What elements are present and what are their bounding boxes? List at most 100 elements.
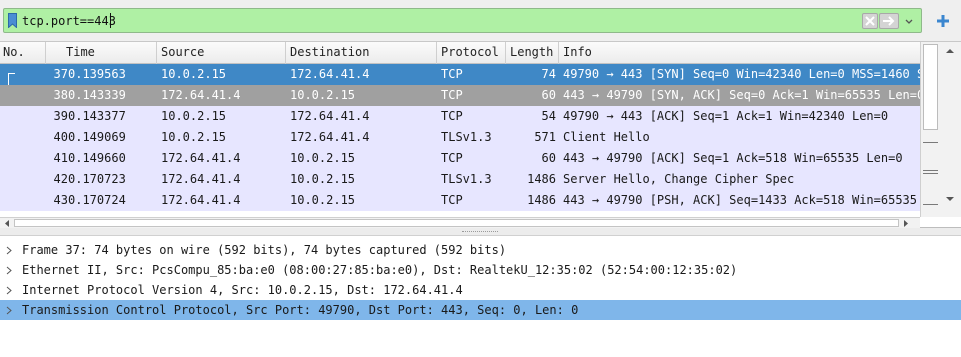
cell-time: 0.143339 [68,88,126,102]
chevron-down-icon[interactable] [901,12,917,30]
cell-destination: 10.0.2.15 [290,88,356,102]
cell-length: 74 [541,67,556,81]
packet-row[interactable]: 37 0.139563 10.0.2.15 172.64.41.4 TCP 74… [0,64,920,85]
display-filter-input[interactable] [22,11,852,30]
cell-info: 443 → 49790 [ACK] Seq=1 Ack=518 Win=6553… [563,151,903,165]
packet-row[interactable]: 39 0.143377 10.0.2.15 172.64.41.4 TCP 54… [0,106,920,127]
minimap-marker [923,142,938,143]
cell-source: 172.64.41.4 [161,88,241,102]
packet-row[interactable]: 42 0.170723 172.64.41.4 10.0.2.15 TLSv1.… [0,169,920,190]
detail-tcp-text: Transmission Control Protocol, Src Port:… [22,303,579,317]
cell-source: 172.64.41.4 [161,172,241,186]
cell-no: 41 [53,151,68,165]
column-separator[interactable] [156,42,157,64]
cell-no: 39 [53,109,68,123]
bookmark-icon[interactable] [8,13,17,28]
detail-tree-item[interactable]: Frame 37: 74 bytes on wire (592 bits), 7… [0,240,961,260]
cell-length: 54 [541,109,556,123]
plus-icon[interactable] [934,12,952,30]
packet-rows: 37 0.139563 10.0.2.15 172.64.41.4 TCP 74… [0,64,920,217]
scroll-right-arrow-icon[interactable] [902,219,910,228]
packet-row[interactable]: 41 0.149660 172.64.41.4 10.0.2.15 TCP 60… [0,148,920,169]
detail-tree-item[interactable]: Ethernet II, Src: PcsCompu_85:ba:e0 (08:… [0,260,961,280]
clear-filter-button[interactable] [862,13,878,29]
cell-destination: 172.64.41.4 [290,109,370,123]
expand-arrow-icon[interactable] [6,246,13,255]
text-cursor [110,13,111,28]
cell-protocol: TCP [441,67,463,81]
column-header-no[interactable]: No. [3,45,25,59]
pane-splitter[interactable] [0,228,961,236]
packet-list-vertical-scrollbar[interactable] [920,42,961,217]
cell-no: 43 [53,193,68,207]
expand-arrow-icon[interactable] [6,266,13,275]
cell-time: 0.143377 [68,109,126,123]
expand-arrow-icon[interactable] [6,286,13,295]
scroll-left-arrow-icon[interactable] [3,219,11,228]
column-header-source[interactable]: Source [161,45,204,59]
apply-arrow-icon [883,16,895,26]
cell-length: 60 [541,151,556,165]
expand-arrow-icon[interactable] [6,306,13,315]
cell-length: 60 [541,88,556,102]
packet-row[interactable]: 40 0.149069 10.0.2.15 172.64.41.4 TLSv1.… [0,127,920,148]
cell-info: Server Hello, Change Cipher Spec [563,172,795,186]
cell-source: 172.64.41.4 [161,193,241,207]
packet-details-pane[interactable]: Frame 37: 74 bytes on wire (592 bits), 7… [0,236,961,357]
cell-destination: 10.0.2.15 [290,193,356,207]
cell-no: 38 [53,88,68,102]
cell-time: 0.170724 [68,193,126,207]
cell-source: 10.0.2.15 [161,130,227,144]
cell-length: 1486 [527,193,556,207]
scroll-up-arrow-icon[interactable] [941,44,959,58]
cell-no: 40 [53,130,68,144]
cell-time: 0.139563 [68,67,126,81]
column-separator[interactable] [436,42,437,64]
column-header-destination[interactable]: Destination [290,45,369,59]
column-header-protocol[interactable]: Protocol [441,45,499,59]
cell-info: 49790 → 443 [ACK] Seq=1 Ack=1 Win=42340 … [563,109,889,123]
cell-protocol: TCP [441,109,463,123]
scrollbar-thumb[interactable] [923,44,938,130]
clear-filter-icon [865,16,875,26]
column-separator[interactable] [285,42,286,64]
conversation-bracket-icon [8,73,15,85]
detail-tree-item[interactable]: Internet Protocol Version 4, Src: 10.0.2… [0,280,961,300]
column-header-time[interactable]: Time [66,45,95,59]
cell-time: 0.149069 [68,130,126,144]
display-filter-toolbar [0,0,961,42]
cell-info: 49790 → 443 [SYN] Seq=0 Win=42340 Len=0 … [563,67,920,81]
detail-tree-item-selected[interactable]: Transmission Control Protocol, Src Port:… [0,300,961,320]
splitter-grip-icon [462,231,498,233]
scrollbar-thumb[interactable] [14,219,899,227]
column-header-info[interactable]: Info [563,45,592,59]
column-header-length[interactable]: Length [510,45,553,59]
packet-row[interactable]: 38 0.143339 172.64.41.4 10.0.2.15 TCP 60… [0,85,920,106]
cell-destination: 172.64.41.4 [290,67,370,81]
detail-ethernet-text: Ethernet II, Src: PcsCompu_85:ba:e0 (08:… [22,263,738,277]
cell-info: Client Hello [563,130,650,144]
minimap-marker [923,170,938,174]
cell-length: 1486 [527,172,556,186]
packet-list-horizontal-scrollbar[interactable] [0,217,920,228]
display-filter-box[interactable] [3,8,922,33]
column-separator[interactable] [558,42,559,64]
column-separator[interactable] [505,42,506,64]
cell-info: 443 → 49790 [SYN, ACK] Seq=0 Ack=1 Win=6… [563,88,920,102]
scroll-down-arrow-icon[interactable] [941,192,959,206]
packet-row[interactable]: 43 0.170724 172.64.41.4 10.0.2.15 TCP 14… [0,190,920,211]
cell-info: 443 → 49790 [PSH, ACK] Seq=1433 Ack=518 … [563,193,920,207]
apply-filter-button[interactable] [879,13,899,29]
detail-ipv4-text: Internet Protocol Version 4, Src: 10.0.2… [22,283,463,297]
cell-source: 10.0.2.15 [161,109,227,123]
cell-protocol: TCP [441,88,463,102]
cell-protocol: TCP [441,151,463,165]
packet-list[interactable]: No. Time Source Destination Protocol Len… [0,42,961,228]
column-separator[interactable] [45,42,46,64]
cell-protocol: TLSv1.3 [441,172,492,186]
cell-protocol: TCP [441,193,463,207]
minimap-marker [923,204,938,205]
packet-list-header: No. Time Source Destination Protocol Len… [0,42,961,64]
cell-no: 42 [53,172,68,186]
cell-destination: 10.0.2.15 [290,151,356,165]
